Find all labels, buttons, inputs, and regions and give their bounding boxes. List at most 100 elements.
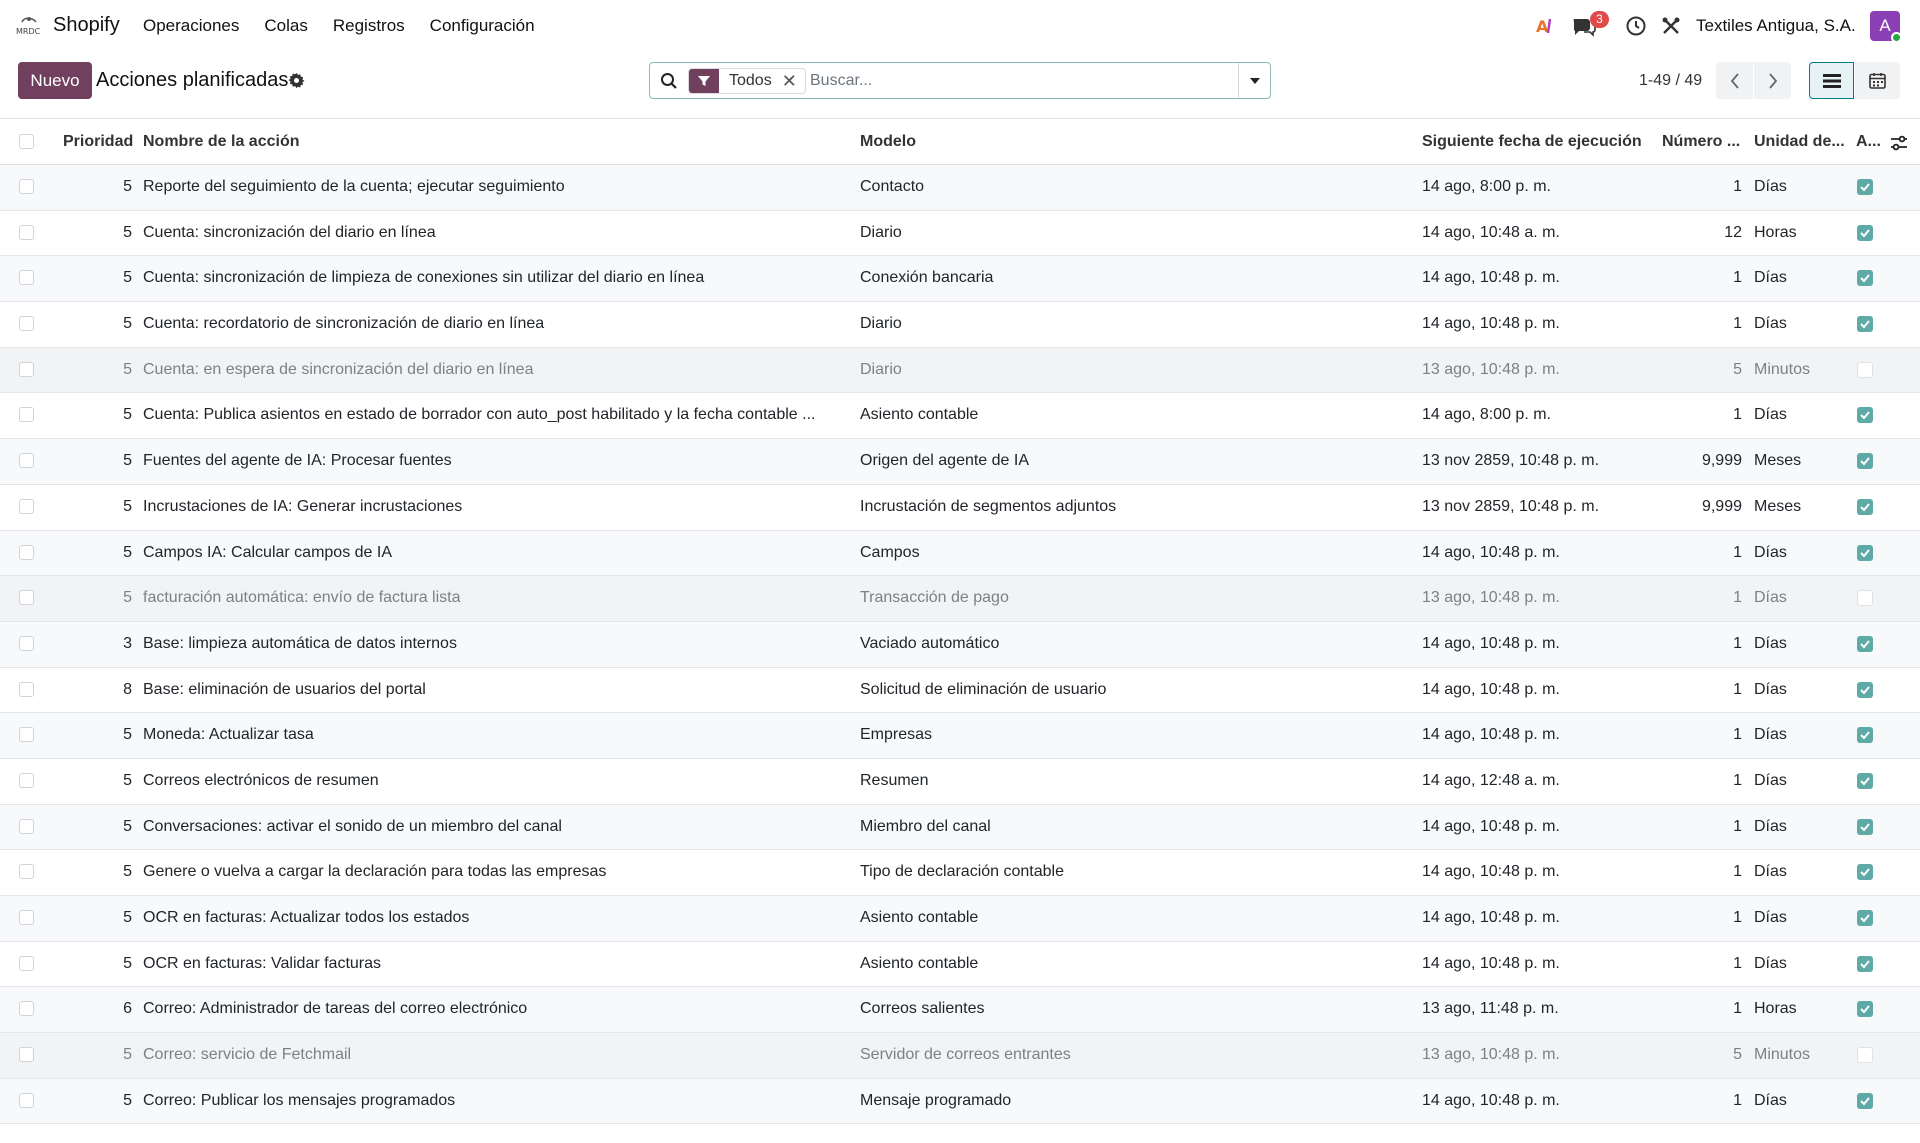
column-interval-type[interactable]: Unidad de...	[1754, 133, 1845, 151]
active-checkbox[interactable]	[1857, 590, 1873, 607]
clock-icon[interactable]	[1625, 15, 1647, 37]
active-checkbox[interactable]	[1857, 179, 1873, 195]
active-checkbox[interactable]	[1857, 270, 1873, 287]
table-row[interactable]: 5 Cuenta: Publica asientos en estado de b…	[0, 393, 1920, 440]
top-navbar: MRDC Shopify Operaciones Colas Registros…	[0, 0, 1920, 52]
app-logo-icon[interactable]: MRDC	[14, 13, 44, 37]
table-row[interactable]: 5 Cuenta: sincronización del diario en lí…	[0, 211, 1920, 257]
priority-cell: 5	[123, 771, 132, 789]
search-icon[interactable]	[660, 72, 678, 90]
active-checkbox[interactable]	[1857, 910, 1873, 926]
row-select-checkbox[interactable]	[19, 635, 34, 651]
search-input[interactable]	[810, 68, 1220, 94]
row-select-checkbox[interactable]	[19, 1047, 34, 1063]
active-checkbox[interactable]	[1857, 407, 1873, 424]
active-checkbox[interactable]	[1857, 864, 1873, 881]
active-checkbox[interactable]	[1857, 955, 1873, 972]
menu-configuracion[interactable]: Configuración	[430, 16, 535, 36]
column-interval-number[interactable]: Número ...	[1662, 133, 1740, 151]
column-model[interactable]: Modelo	[860, 133, 916, 151]
ai-icon[interactable]: A	[1535, 15, 1557, 37]
company-switcher[interactable]: Textiles Antigua, S.A.	[1696, 16, 1856, 36]
row-select-checkbox[interactable]	[19, 1092, 34, 1108]
menu-colas[interactable]: Colas	[264, 16, 307, 36]
column-priority[interactable]: Prioridad	[63, 133, 133, 151]
debug-tools-icon[interactable]	[1660, 15, 1682, 37]
table-row[interactable]: 5 Fuentes del agente de IA: Procesar fuen…	[0, 439, 1920, 485]
active-checkbox[interactable]	[1857, 1001, 1873, 1018]
table-row[interactable]: 5 Cuenta: en espera de sincronización del…	[0, 347, 1920, 394]
row-select-checkbox[interactable]	[19, 179, 34, 194]
row-select-checkbox[interactable]	[19, 407, 34, 423]
row-select-checkbox[interactable]	[19, 316, 34, 332]
row-select-checkbox[interactable]	[19, 498, 34, 514]
table-row[interactable]: 5 Campos IA: Calcular campos de IA Campos 1…	[0, 530, 1920, 577]
table-row[interactable]: 5 Genere o vuelva a cargar la declaración…	[0, 850, 1920, 896]
row-select-checkbox[interactable]	[19, 270, 34, 286]
row-select-checkbox[interactable]	[19, 772, 34, 788]
row-select-checkbox[interactable]	[19, 818, 34, 834]
calendar-view-button[interactable]	[1855, 62, 1900, 99]
interval-number-cell: 9,999	[1701, 497, 1742, 515]
active-checkbox[interactable]	[1857, 772, 1873, 789]
table-row[interactable]: 5 Cuenta: sincronización de limpieza de c…	[0, 256, 1920, 303]
table-row[interactable]: 8 Base: eliminación de usuarios del porta…	[0, 668, 1920, 714]
row-select-checkbox[interactable]	[19, 544, 34, 560]
active-checkbox[interactable]	[1857, 361, 1873, 378]
row-select-checkbox[interactable]	[19, 361, 34, 377]
active-checkbox[interactable]	[1857, 727, 1873, 744]
menu-operaciones[interactable]: Operaciones	[143, 16, 239, 36]
column-active[interactable]: A...	[1856, 133, 1881, 151]
table-row[interactable]: 5 facturación automática: envío de factur…	[0, 576, 1920, 622]
table-row[interactable]: 6 Correo: Administrador de tareas del cor…	[0, 987, 1920, 1034]
active-checkbox[interactable]	[1857, 1047, 1873, 1064]
active-checkbox[interactable]	[1857, 544, 1873, 561]
table-row[interactable]: 5 Conversaciones: activar el sonido de un…	[0, 804, 1920, 851]
row-select-checkbox[interactable]	[19, 224, 34, 240]
table-row[interactable]: 5 Incrustaciones de IA: Generar incrustac…	[0, 485, 1920, 531]
column-nextcall[interactable]: Siguiente fecha de ejecución	[1422, 133, 1642, 151]
table-row[interactable]: 5 Correo: Publicar los mensajes programad…	[0, 1078, 1920, 1125]
table-row[interactable]: 5 Correo: servicio de Fetchmail Servidor d…	[0, 1033, 1920, 1079]
table-row[interactable]: 5 OCR en facturas: Validar facturas Asient…	[0, 942, 1920, 988]
row-select-checkbox[interactable]	[19, 910, 34, 925]
active-checkbox[interactable]	[1857, 635, 1873, 652]
menu-registros[interactable]: Registros	[333, 16, 405, 36]
pager-value[interactable]: 1-49 / 49	[1639, 72, 1702, 90]
row-select-checkbox[interactable]	[19, 864, 34, 880]
row-select-checkbox[interactable]	[19, 681, 34, 697]
active-checkbox[interactable]	[1857, 224, 1873, 241]
pager-next-button[interactable]	[1754, 62, 1791, 99]
active-checkbox[interactable]	[1857, 498, 1873, 515]
remove-facet-close-icon[interactable]: ✕	[782, 71, 805, 92]
active-checkbox[interactable]	[1857, 1092, 1873, 1109]
active-checkbox[interactable]	[1857, 453, 1873, 470]
active-checkbox[interactable]	[1857, 818, 1873, 835]
action-name-cell: Reporte del seguimiento de la cuenta; ej…	[143, 178, 565, 195]
interval-type-cell: Días	[1754, 1091, 1787, 1109]
row-select-checkbox[interactable]	[19, 955, 34, 971]
table-row[interactable]: 5 Correos electrónicos de resumen Resumen 1…	[0, 759, 1920, 805]
table-row[interactable]: 5 Reporte del seguimiento de la cuenta; e…	[0, 165, 1920, 211]
new-button[interactable]: Nuevo	[18, 62, 92, 99]
table-row[interactable]: 3 Base: limpieza automática de datos inte…	[0, 621, 1920, 668]
app-brand[interactable]: Shopify	[53, 14, 120, 37]
search-options-toggle[interactable]	[1238, 63, 1270, 98]
column-name[interactable]: Nombre de la acción	[143, 133, 300, 151]
row-select-checkbox[interactable]	[19, 727, 34, 743]
model-cell: Vaciado automático	[860, 634, 1000, 652]
optional-columns-settings-icon[interactable]	[1890, 134, 1908, 152]
gear-icon[interactable]	[288, 72, 305, 89]
active-checkbox[interactable]	[1857, 316, 1873, 333]
table-row[interactable]: 5 Cuenta: recordatorio de sincronización …	[0, 302, 1920, 348]
row-select-checkbox[interactable]	[19, 453, 34, 469]
row-select-checkbox[interactable]	[19, 590, 34, 606]
list-view-button[interactable]	[1809, 62, 1854, 99]
pager-previous-button[interactable]	[1716, 62, 1753, 99]
active-checkbox[interactable]	[1857, 681, 1873, 698]
interval-type-cell: Días	[1754, 680, 1787, 698]
row-select-checkbox[interactable]	[19, 1001, 34, 1017]
select-all-checkbox[interactable]	[19, 134, 34, 149]
table-row[interactable]: 5 OCR en facturas: Actualizar todos los e…	[0, 896, 1920, 942]
table-row[interactable]: 5 Moneda: Actualizar tasa Empresas 14 ago, …	[0, 713, 1920, 759]
